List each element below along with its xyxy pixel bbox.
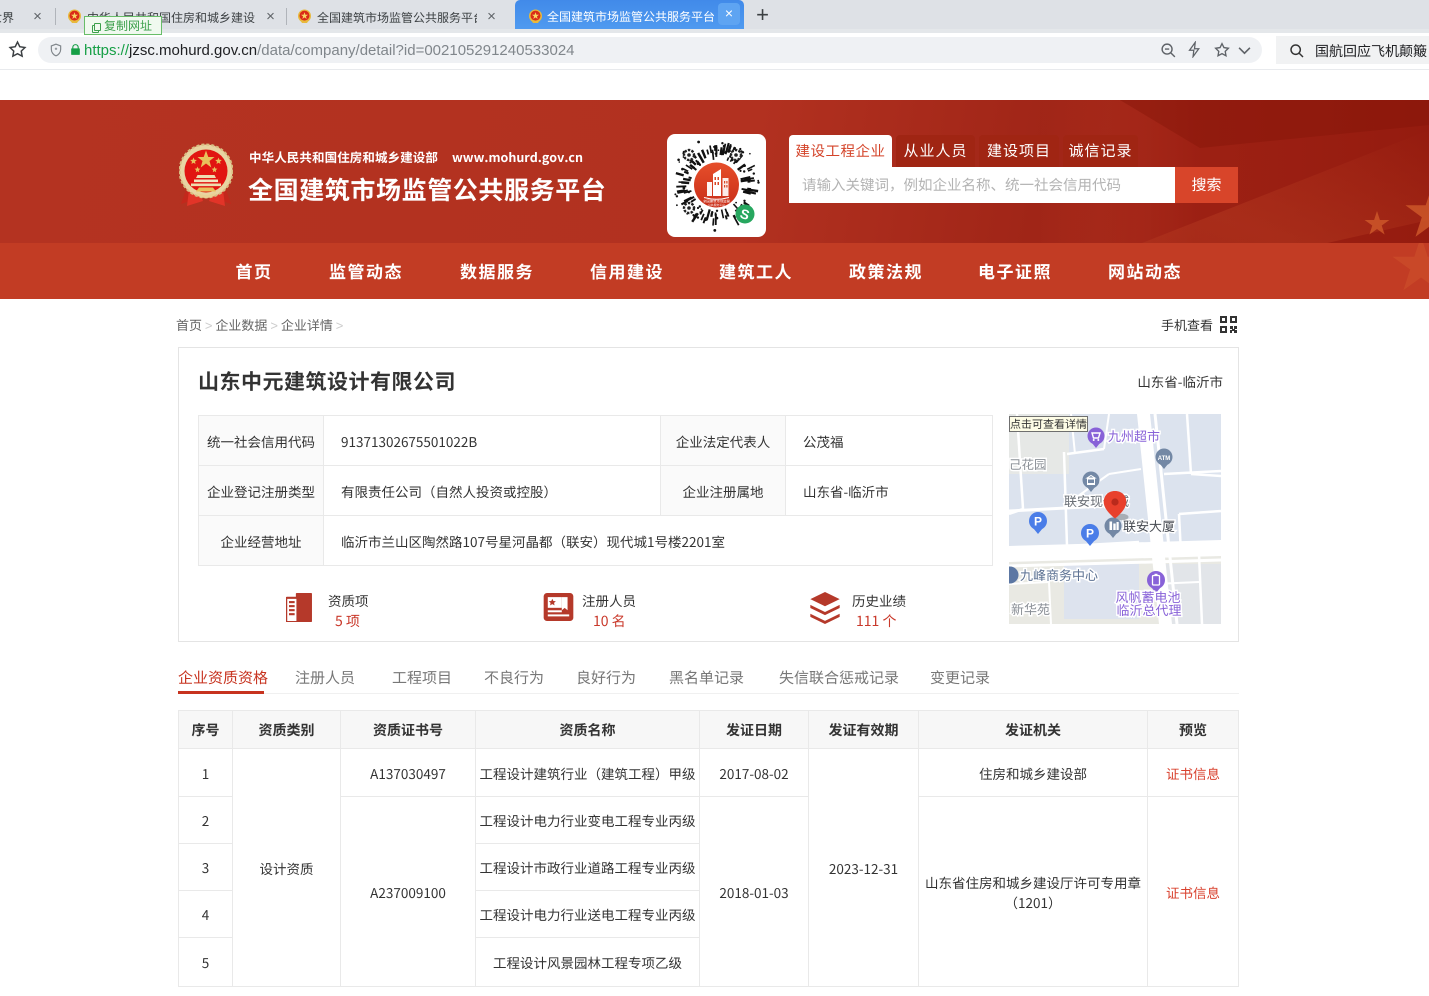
svg-text:新华苑: 新华苑	[1011, 599, 1050, 618]
svg-text:九峰商务中心: 九峰商务中心	[1020, 565, 1098, 584]
svg-text:ATM: ATM	[1158, 456, 1171, 462]
svg-text:九州超市: 九州超市	[1108, 426, 1160, 445]
svg-text:己花园: 己花园	[1009, 454, 1047, 473]
svg-text:P: P	[1034, 515, 1042, 529]
svg-text:临沂总代理: 临沂总代理	[1116, 600, 1181, 619]
svg-text:公共服务平台: 公共服务平台	[708, 203, 725, 207]
svg-text:联安大厦: 联安大厦	[1123, 516, 1175, 535]
svg-text:P: P	[1086, 527, 1094, 541]
